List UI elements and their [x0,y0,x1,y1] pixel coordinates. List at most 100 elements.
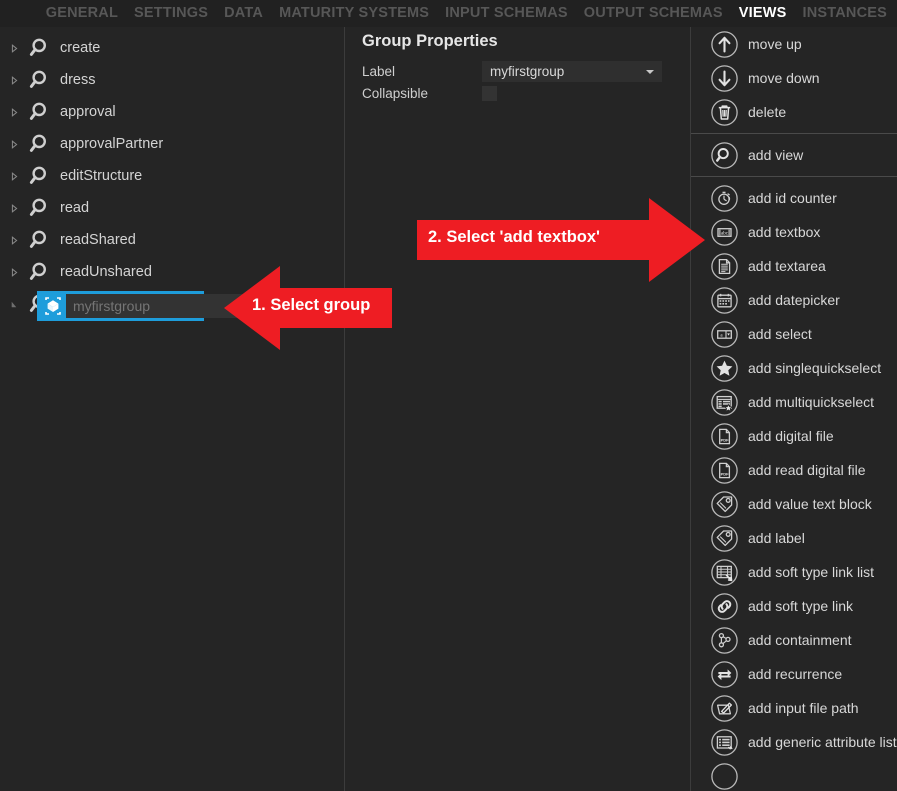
tree-item-label: approvalPartner [60,136,163,152]
tab-views[interactable]: VIEWS [731,0,795,27]
action-partially-visible[interactable] [691,759,897,791]
generic-attribute-list-circle-icon [710,728,739,757]
action-add-value-text-block[interactable]: add value text block [691,487,897,521]
chain-link-circle-icon [710,592,739,621]
action-move-up[interactable]: move up [691,27,897,61]
group-properties-panel: Group Properties Label myfirstgroup Coll… [345,27,690,791]
tree-item-editStructure[interactable]: editStructure [0,160,344,192]
action-separator [691,176,897,177]
cube-icon [40,293,66,319]
action-add-soft-type-link[interactable]: add soft type link [691,589,897,623]
pdf-file-circle-icon: PDF [710,422,739,451]
label-select-value: myfirstgroup [490,64,564,79]
application-window: GENERALSETTINGSDATAMATURITY SYSTEMSINPUT… [0,0,897,791]
magnifier-icon [23,257,53,287]
star-circle-icon [710,354,739,383]
tree-item-label: approval [60,104,116,120]
tab-data[interactable]: DATA [216,0,271,27]
tree-item-readShared[interactable]: readShared [0,224,344,256]
action-delete[interactable]: delete [691,95,897,129]
action-add-input-file-path[interactable]: add input file path [691,691,897,725]
tree-item-read[interactable]: read [0,192,344,224]
textbox-circle-icon: abc [710,218,739,247]
action-label: add containment [748,632,852,648]
action-label: add textarea [748,258,826,274]
action-add-recurrence[interactable]: add recurrence [691,657,897,691]
action-add-containment[interactable]: add containment [691,623,897,657]
chevron-right-icon[interactable] [6,104,22,120]
magnifier-circle-icon [710,141,739,170]
action-add-select[interactable]: aadd select [691,317,897,351]
action-add-label[interactable]: add label [691,521,897,555]
annotation-text-1: 1. Select group [252,296,370,315]
chevron-right-icon[interactable] [6,264,22,280]
action-add-multiquickselect[interactable]: add multiquickselect [691,385,897,419]
tree-item-dress[interactable]: dress [0,64,344,96]
arrow-down-circle-icon [710,64,739,93]
action-label: add select [748,326,812,342]
chevron-right-icon[interactable] [6,40,22,56]
pdf-file-circle-icon: PDF [710,456,739,485]
magnifier-icon [23,161,53,191]
property-row-label: Label myfirstgroup [362,60,674,82]
action-label: add datepicker [748,292,840,308]
tab-maturity-systems[interactable]: MATURITY SYSTEMS [271,0,437,27]
tree-item-label: dress [60,72,95,88]
action-label: add textbox [748,224,820,240]
tree-item-label: create [60,40,100,56]
chevron-right-icon[interactable] [6,232,22,248]
trash-circle-icon [710,98,739,127]
action-label: add generic attribute list [748,734,897,750]
action-add-digital-file[interactable]: PDFadd digital file [691,419,897,453]
action-add-view[interactable]: add view [691,138,897,172]
tree-item-label: read [60,200,89,216]
action-add-generic-attribute-list[interactable]: add generic attribute list [691,725,897,759]
action-add-singlequickselect[interactable]: add singlequickselect [691,351,897,385]
main-tab-bar: GENERALSETTINGSDATAMATURITY SYSTEMSINPUT… [0,0,897,27]
selected-group-row[interactable] [37,291,204,321]
action-add-textbox[interactable]: abc add textbox [691,215,897,249]
action-label: delete [748,104,786,120]
recurrence-circle-icon [710,660,739,689]
tree-item-label: readShared [60,232,136,248]
property-label-name: Label [362,64,482,79]
action-add-textarea[interactable]: add textarea [691,249,897,283]
chevron-right-icon[interactable] [6,168,22,184]
property-collapsible-name: Collapsible [362,86,482,101]
tab-input-schemas[interactable]: INPUT SCHEMAS [437,0,576,27]
action-label: add input file path [748,700,859,716]
action-label: add singlequickselect [748,360,881,376]
magnifier-icon [23,129,53,159]
id-counter-circle-icon [710,184,739,213]
action-add-id-counter[interactable]: add id counter [691,181,897,215]
action-label: add label [748,530,805,546]
link-list-circle-icon [710,558,739,587]
action-move-down[interactable]: move down [691,61,897,95]
magnifier-icon [23,193,53,223]
action-label: add read digital file [748,462,866,478]
chevron-down-icon[interactable] [6,296,22,312]
tree-item-approval[interactable]: approval [0,96,344,128]
action-label: add soft type link [748,598,853,614]
tab-general[interactable]: GENERAL [38,0,126,27]
tab-instances[interactable]: INSTANCES [794,0,895,27]
action-label: add multiquickselect [748,394,874,410]
containment-circle-icon [710,626,739,655]
tab-output-schemas[interactable]: OUTPUT SCHEMAS [576,0,731,27]
label-select[interactable]: myfirstgroup [482,61,662,82]
tab-settings[interactable]: SETTINGS [126,0,216,27]
action-add-datepicker[interactable]: add datepicker [691,283,897,317]
action-add-soft-type-link-list[interactable]: add soft type link list [691,555,897,589]
circle-icon [710,762,739,791]
textarea-circle-icon [710,252,739,281]
collapsible-checkbox[interactable] [482,86,497,101]
chevron-right-icon[interactable] [6,136,22,152]
chevron-right-icon[interactable] [6,72,22,88]
tree-item-create[interactable]: create [0,32,344,64]
action-add-read-digital-file[interactable]: PDF add read digital file [691,453,897,487]
tree-item-approvalPartner[interactable]: approvalPartner [0,128,344,160]
svg-text:abc: abc [721,230,729,236]
tag-circle-icon [710,490,739,519]
chevron-right-icon[interactable] [6,200,22,216]
magnifier-icon [23,65,53,95]
